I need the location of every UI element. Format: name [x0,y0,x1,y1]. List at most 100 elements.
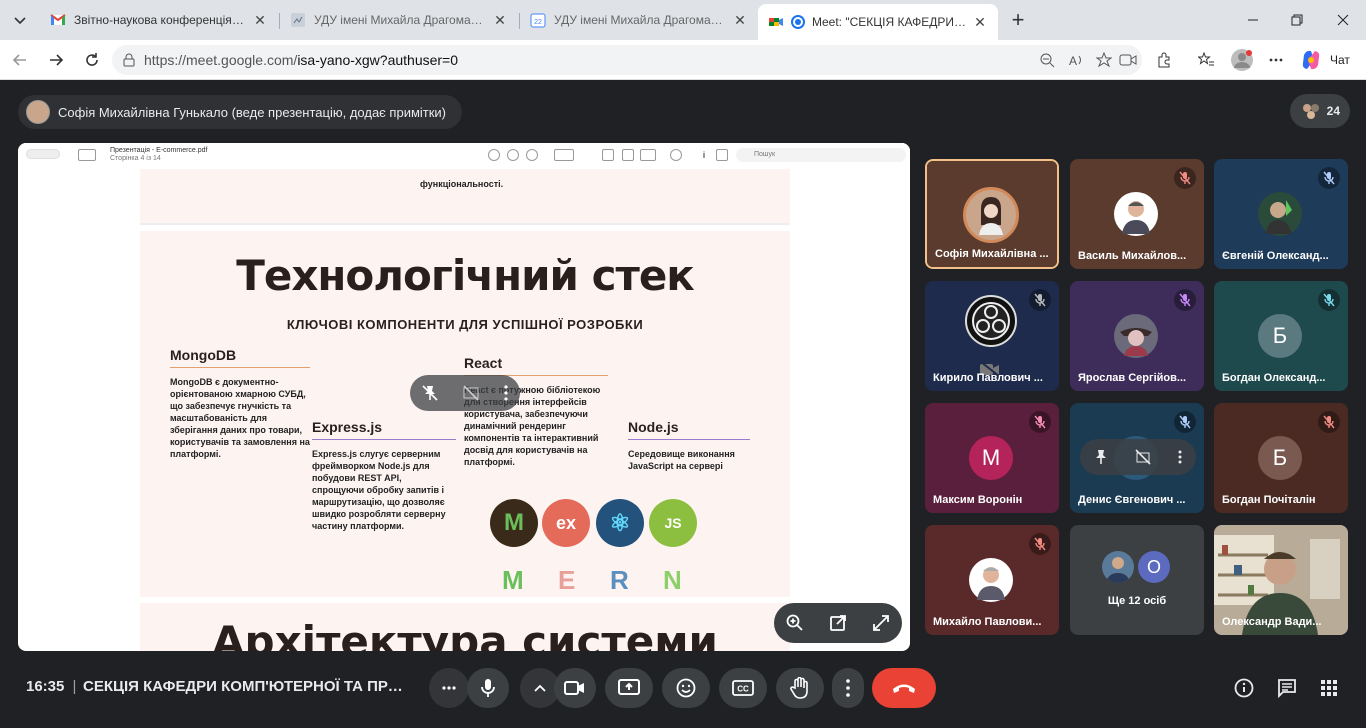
shared-presentation[interactable]: Презентація - E-commerce.pdf Сторінка 4 … [18,143,910,651]
raise-hand-icon [790,677,808,699]
letter-avatar: M [969,436,1013,480]
avatar [1102,551,1134,583]
more-participants-label: Ще 12 осіб [1107,595,1167,607]
zoom-in-icon[interactable] [507,149,519,161]
minimize-button[interactable] [1230,0,1276,40]
participant-tile[interactable]: Софія Михайлівна ... [925,159,1059,269]
info-icon[interactable]: i [698,149,710,161]
zoom-out-icon[interactable] [488,149,500,161]
open-in-new-window-button[interactable] [823,608,853,638]
chevron-up-icon [534,684,546,692]
meeting-control-bar: 16:35 | СЕКЦІЯ КАФЕДРИ КОМП'ЮТЕРНОЇ ТА П… [4,648,1362,724]
tab-gmail[interactable]: Звітно-наукова конференція стаді ✕ [40,4,278,36]
remove-tile-icon[interactable] [462,384,480,402]
presenter-label: Софія Михайлівна Гунькало (веде презента… [58,104,447,120]
pdf-search-field[interactable]: Пошук [736,148,906,162]
tab-list-button[interactable] [6,6,34,34]
presenter-chip[interactable]: Софія Михайлівна Гунькало (веде презента… [18,95,463,129]
person-photo-icon [1106,557,1130,583]
raise-hand-button[interactable] [776,668,824,708]
copilot-button[interactable]: Чат [1300,48,1350,72]
forward-button[interactable] [42,46,70,74]
participant-tile[interactable]: Денис Євгенович ... [1070,403,1204,513]
back-arrow-icon [12,54,26,66]
participant-tile[interactable]: Кирило Павлович ... [925,281,1059,391]
close-icon[interactable]: ✕ [252,12,268,28]
svg-text:A: A [1069,54,1077,68]
tab-udu-1[interactable]: УДУ імені Михайла Драгоманова ✕ [280,4,518,36]
participant-tile[interactable]: Б Богдан Почіталін [1214,403,1348,513]
letter-avatar: Б [1258,436,1302,480]
tab-udu-2[interactable]: 22 УДУ імені Михайла Драгоманова ✕ [520,4,758,36]
participant-tile[interactable]: M Максим Воронін [925,403,1059,513]
column-heading: Node.js [628,420,750,440]
close-icon[interactable]: ✕ [732,12,748,28]
more-options-icon[interactable] [1266,50,1286,70]
muted-mic-icon [1318,411,1340,433]
captions-button[interactable]: CC [719,668,767,708]
participant-tile[interactable]: Ярослав Сергійов... [1070,281,1204,391]
presentation-controls [774,603,902,643]
tab-meet-active[interactable]: Meet: "СЕКЦІЯ КАФЕДРИ КОМ ✕ [758,4,998,40]
remove-tile-icon[interactable] [1135,449,1151,465]
present-screen-button[interactable] [605,668,653,708]
draw-icon[interactable] [554,149,574,161]
chat-button[interactable] [1275,676,1299,700]
profile-avatar[interactable] [1230,48,1254,72]
zoom-fit-icon[interactable] [526,149,538,161]
person-photo-icon [1120,328,1152,356]
column-text: MongoDB є документно-орієнтованою хмарно… [170,377,310,459]
read-aloud-icon[interactable]: A [1066,50,1086,70]
back-button[interactable] [6,46,34,74]
pin-icon[interactable] [1093,449,1109,465]
maximize-button[interactable] [1274,0,1320,40]
avatar [969,558,1013,602]
url-field[interactable]: https://meet.google.com/isa-yano-xgw?aut… [112,45,1142,75]
highlight-icon[interactable] [602,149,614,161]
participant-name: Кирило Павлович ... [933,372,1043,384]
reload-button[interactable] [78,46,106,74]
rotate-icon[interactable] [622,149,634,161]
annotate-icon[interactable] [640,149,656,161]
reactions-button[interactable] [662,668,710,708]
new-tab-button[interactable]: + [1006,7,1030,32]
mern-letter: R [610,565,629,595]
camera-in-use-icon[interactable] [1118,50,1138,70]
participant-tile[interactable]: Євгеній Олександ... [1214,159,1348,269]
participant-tile[interactable]: Василь Михайлов... [1070,159,1204,269]
favorites-icon[interactable] [1196,50,1216,70]
fullscreen-button[interactable] [866,608,896,638]
favorite-star-icon[interactable] [1094,50,1114,70]
pdf-title-block: Презентація - E-commerce.pdf Сторінка 4 … [110,147,208,163]
read-aloud-icon[interactable] [670,149,682,161]
participant-name: Денис Євгенович ... [1078,494,1186,506]
participant-tile[interactable]: Михайло Павлови... [925,525,1059,635]
activities-button[interactable] [1317,676,1341,700]
unpin-icon[interactable] [421,384,439,402]
view-menu-icon[interactable] [78,149,96,161]
close-window-button[interactable] [1320,0,1366,40]
extensions-icon[interactable] [1154,50,1174,70]
close-icon[interactable]: ✕ [492,12,508,28]
leave-call-button[interactable] [872,668,936,708]
more-options-icon[interactable] [503,384,509,402]
column-text: Середовище виконання JavaScript на серве… [628,449,735,471]
sidebar-toggle-icon[interactable] [26,149,60,159]
calendar-icon: 22 [530,13,546,28]
participant-video-tile[interactable]: Олександр Вади... [1214,525,1348,635]
column-heading: MongoDB [170,348,310,368]
camera-button[interactable] [554,668,596,708]
more-audio-options-button[interactable] [429,668,469,708]
zoom-in-button[interactable] [780,608,810,638]
meeting-details-button[interactable] [1232,676,1256,700]
more-options-button[interactable] [832,668,864,708]
people-button[interactable]: 24 [1290,94,1350,128]
closed-captions-icon: CC [732,680,754,696]
more-options-icon[interactable] [1177,449,1183,465]
close-icon[interactable]: ✕ [972,14,988,30]
more-participants-tile[interactable]: O Ще 12 осіб [1070,525,1204,635]
microphone-button[interactable] [467,668,509,708]
zoom-out-icon[interactable] [1037,50,1057,70]
share-icon[interactable] [716,149,728,161]
participant-tile[interactable]: Б Богдан Олександ... [1214,281,1348,391]
